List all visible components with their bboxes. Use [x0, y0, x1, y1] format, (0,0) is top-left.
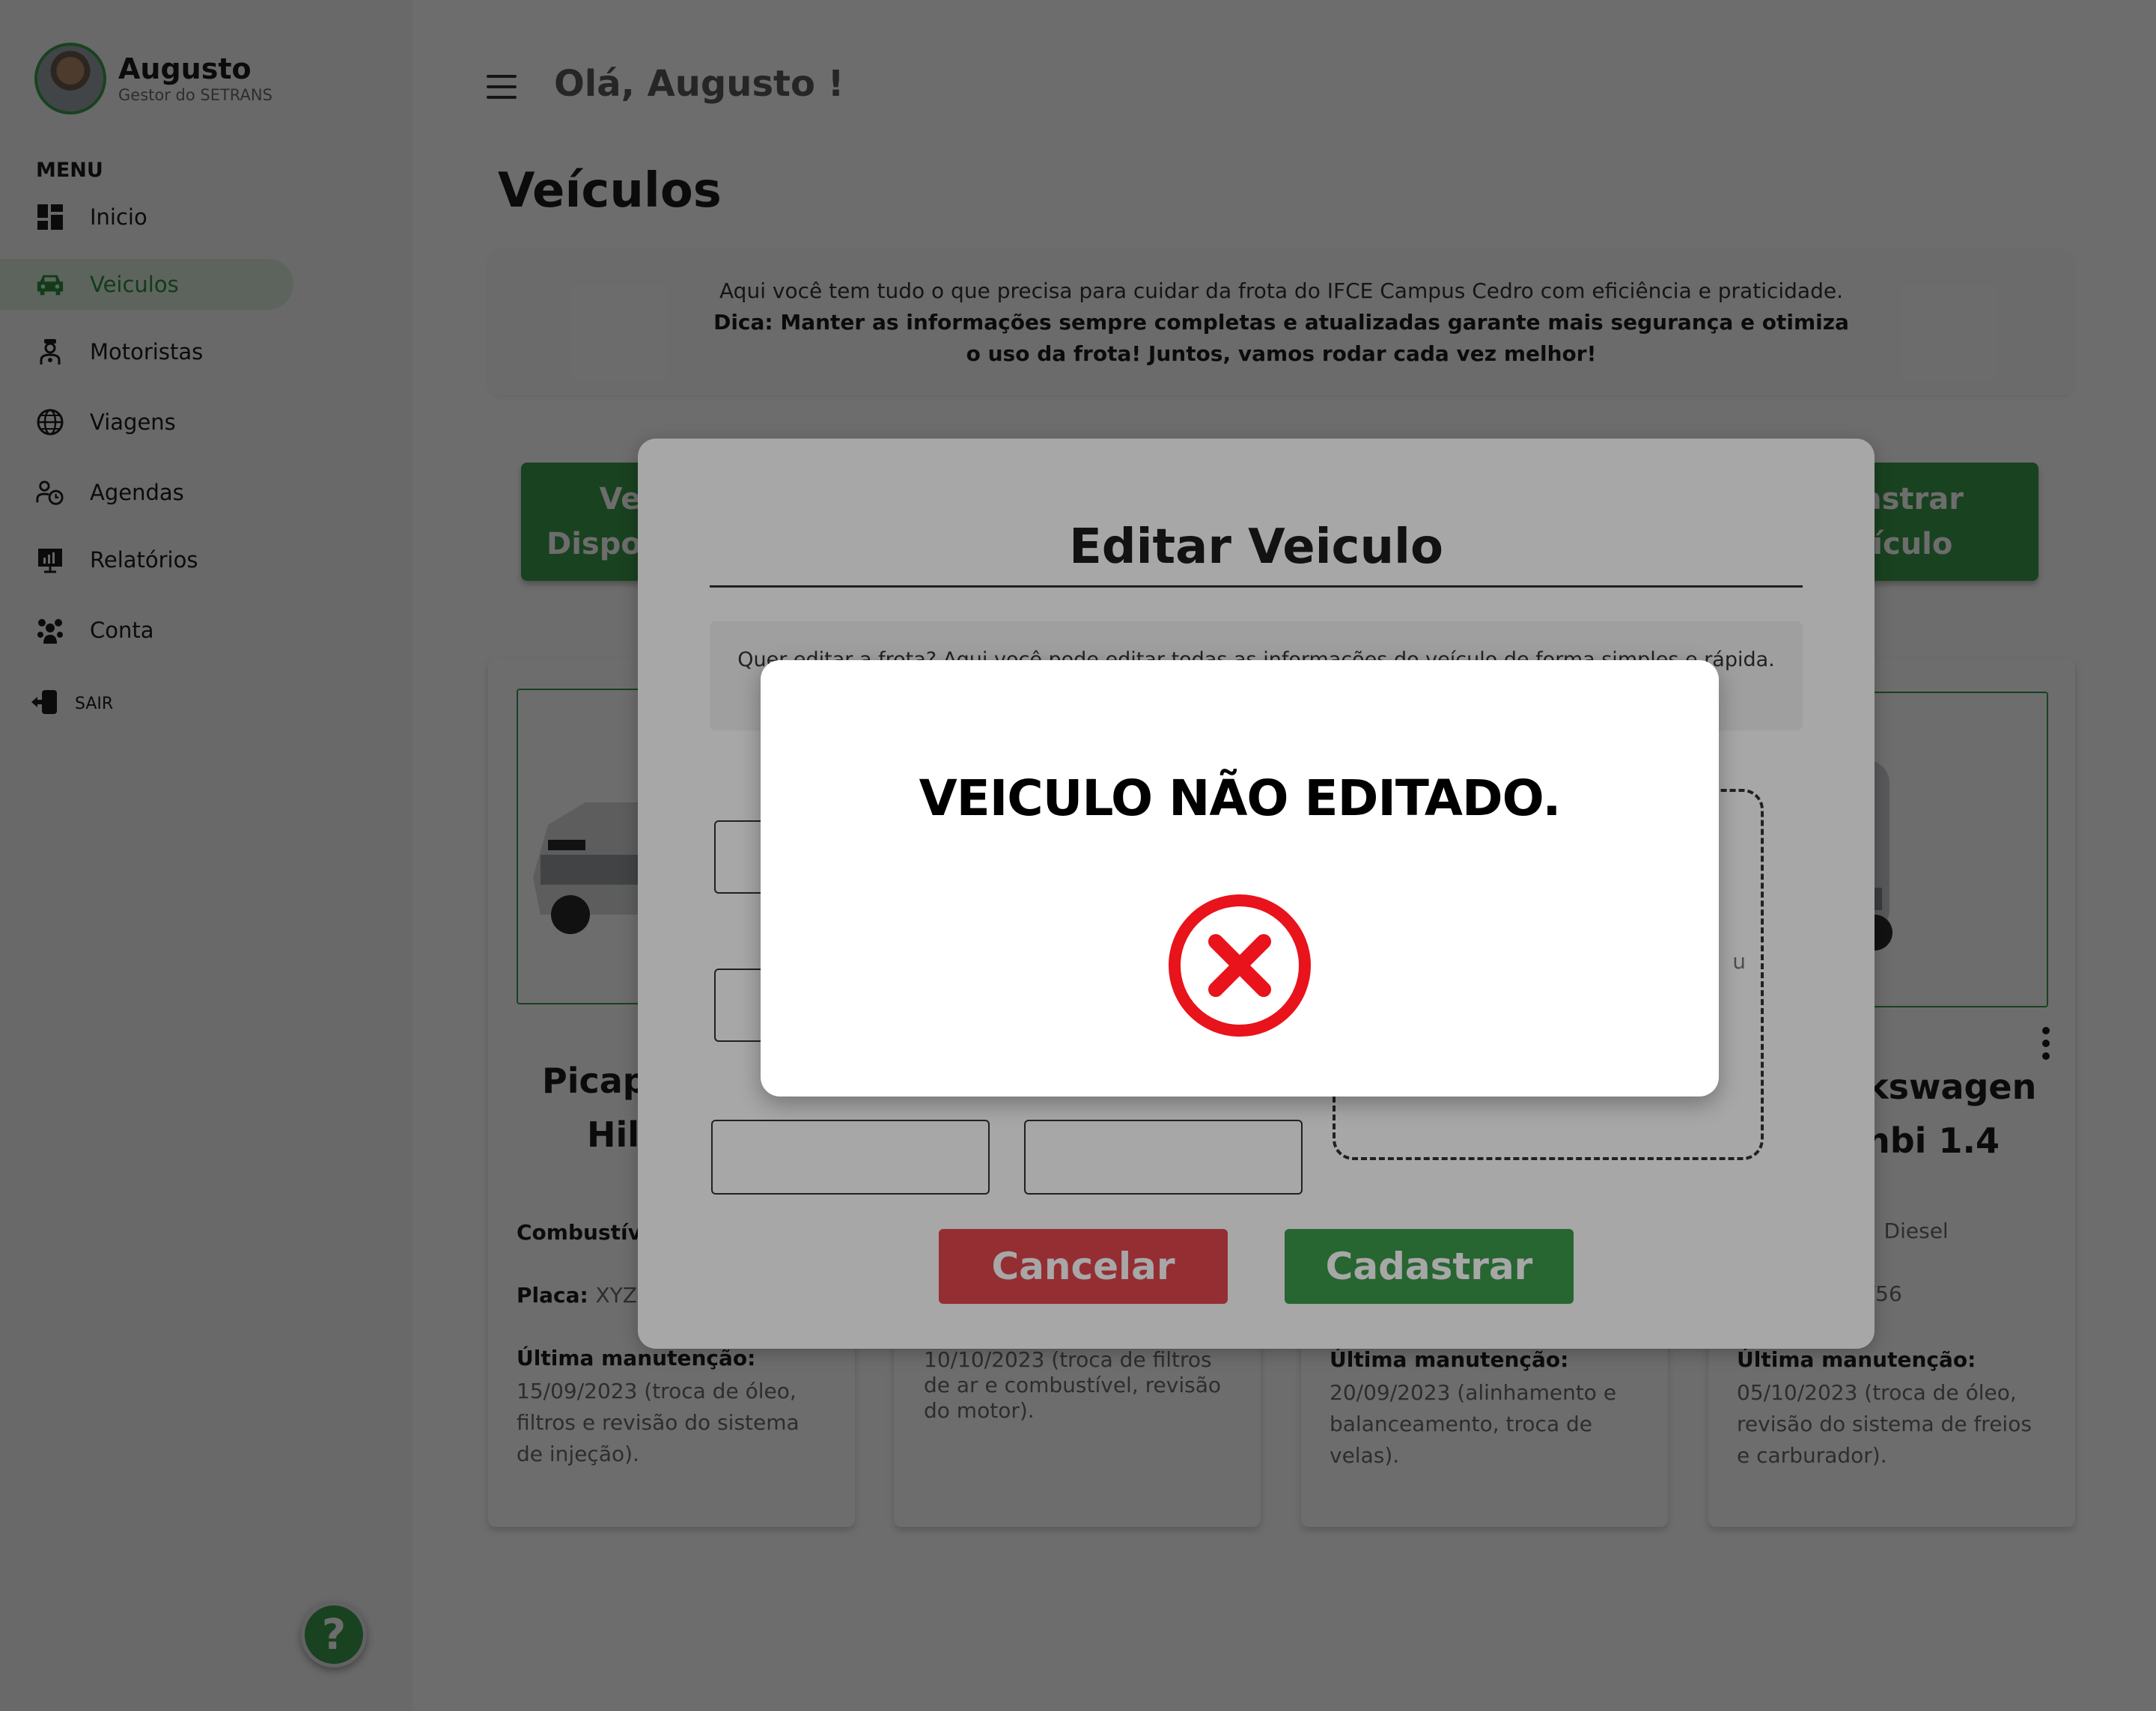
- error-x-icon: [1168, 894, 1312, 1037]
- error-alert-dialog: VEICULO NÃO EDITADO.: [761, 660, 1719, 1097]
- alert-message: VEICULO NÃO EDITADO.: [919, 769, 1562, 827]
